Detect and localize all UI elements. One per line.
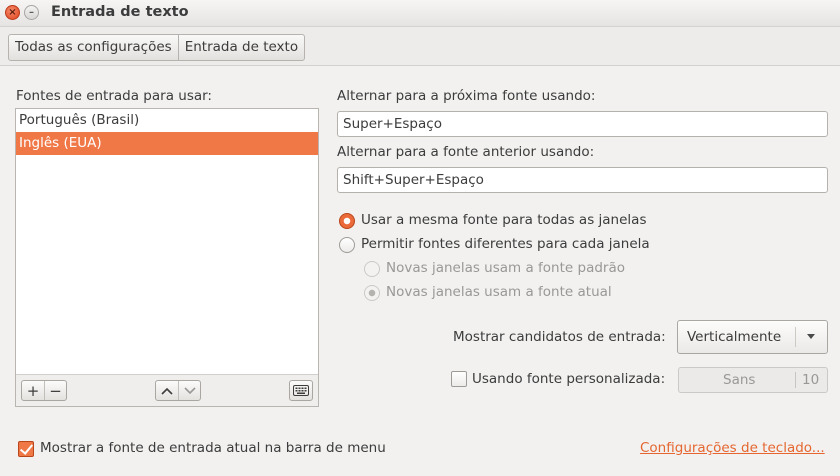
show-indicator-label[interactable]: Mostrar a fonte de entrada atual na barr…: [40, 440, 386, 456]
add-source-button[interactable]: +: [22, 381, 44, 400]
keyboard-settings-link[interactable]: Configurações de teclado...: [640, 440, 825, 456]
chevron-up-icon: [161, 387, 173, 395]
list-item[interactable]: Português (Brasil): [16, 109, 318, 132]
list-toolbar: + −: [16, 374, 318, 406]
chevron-down-icon: [183, 386, 196, 394]
reorder-group: [155, 380, 201, 401]
keyboard-layout-button[interactable]: [289, 380, 313, 401]
font-name: Sans: [723, 372, 756, 388]
candidates-value: Verticalmente: [687, 329, 782, 345]
list-item[interactable]: Inglês (EUA): [16, 132, 318, 155]
keyboard-icon: [290, 381, 312, 400]
input-sources-list[interactable]: Português (Brasil) Inglês (EUA) + −: [15, 108, 319, 407]
title-bar: × – Entrada de texto: [0, 0, 840, 27]
navigation-toolbar: Todas as configurações Entrada de texto: [0, 27, 840, 66]
close-window-button[interactable]: ×: [5, 5, 20, 20]
current-source-label: Novas janelas usam a fonte atual: [386, 284, 612, 300]
candidates-label: Mostrar candidatos de entrada:: [453, 329, 666, 345]
default-source-radio[interactable]: [364, 261, 380, 277]
font-size: 10: [802, 372, 820, 388]
custom-font-checkbox[interactable]: [451, 371, 467, 387]
next-source-label: Alternar para a próxima fonte usando:: [337, 88, 596, 104]
different-sources-radio[interactable]: [339, 237, 355, 253]
dropdown-separator: [795, 327, 796, 347]
default-source-label: Novas janelas usam a fonte padrão: [386, 260, 625, 276]
show-indicator-checkbox[interactable]: [18, 441, 34, 457]
custom-font-label[interactable]: Usando fonte personalizada:: [472, 371, 665, 387]
remove-source-button[interactable]: −: [44, 381, 66, 400]
move-down-button[interactable]: [178, 381, 200, 400]
add-remove-group: + −: [21, 380, 67, 401]
font-chooser-button[interactable]: Sans 10: [678, 367, 828, 393]
previous-source-label: Alternar para a fonte anterior usando:: [337, 144, 595, 160]
input-sources-label: Fontes de entrada para usar:: [16, 88, 212, 104]
current-source-radio[interactable]: [364, 285, 380, 301]
window-title: Entrada de texto: [51, 4, 189, 20]
breadcrumb: Todas as configurações Entrada de texto: [8, 34, 306, 61]
minimize-window-button[interactable]: –: [24, 5, 39, 20]
dropdown-arrow-icon: [807, 334, 815, 339]
different-sources-label[interactable]: Permitir fontes diferentes para cada jan…: [361, 236, 650, 252]
breadcrumb-all-settings[interactable]: Todas as configurações: [9, 35, 178, 60]
breadcrumb-text-entry[interactable]: Entrada de texto: [177, 35, 304, 60]
candidates-dropdown[interactable]: Verticalmente: [677, 320, 828, 354]
previous-source-shortcut-field[interactable]: Shift+Super+Espaço: [337, 167, 828, 193]
next-source-shortcut-field[interactable]: Super+Espaço: [337, 111, 828, 137]
same-source-label[interactable]: Usar a mesma fonte para todas as janelas: [361, 212, 646, 228]
font-separator: [795, 372, 796, 388]
same-source-radio[interactable]: [339, 213, 355, 229]
move-up-button[interactable]: [156, 381, 178, 400]
